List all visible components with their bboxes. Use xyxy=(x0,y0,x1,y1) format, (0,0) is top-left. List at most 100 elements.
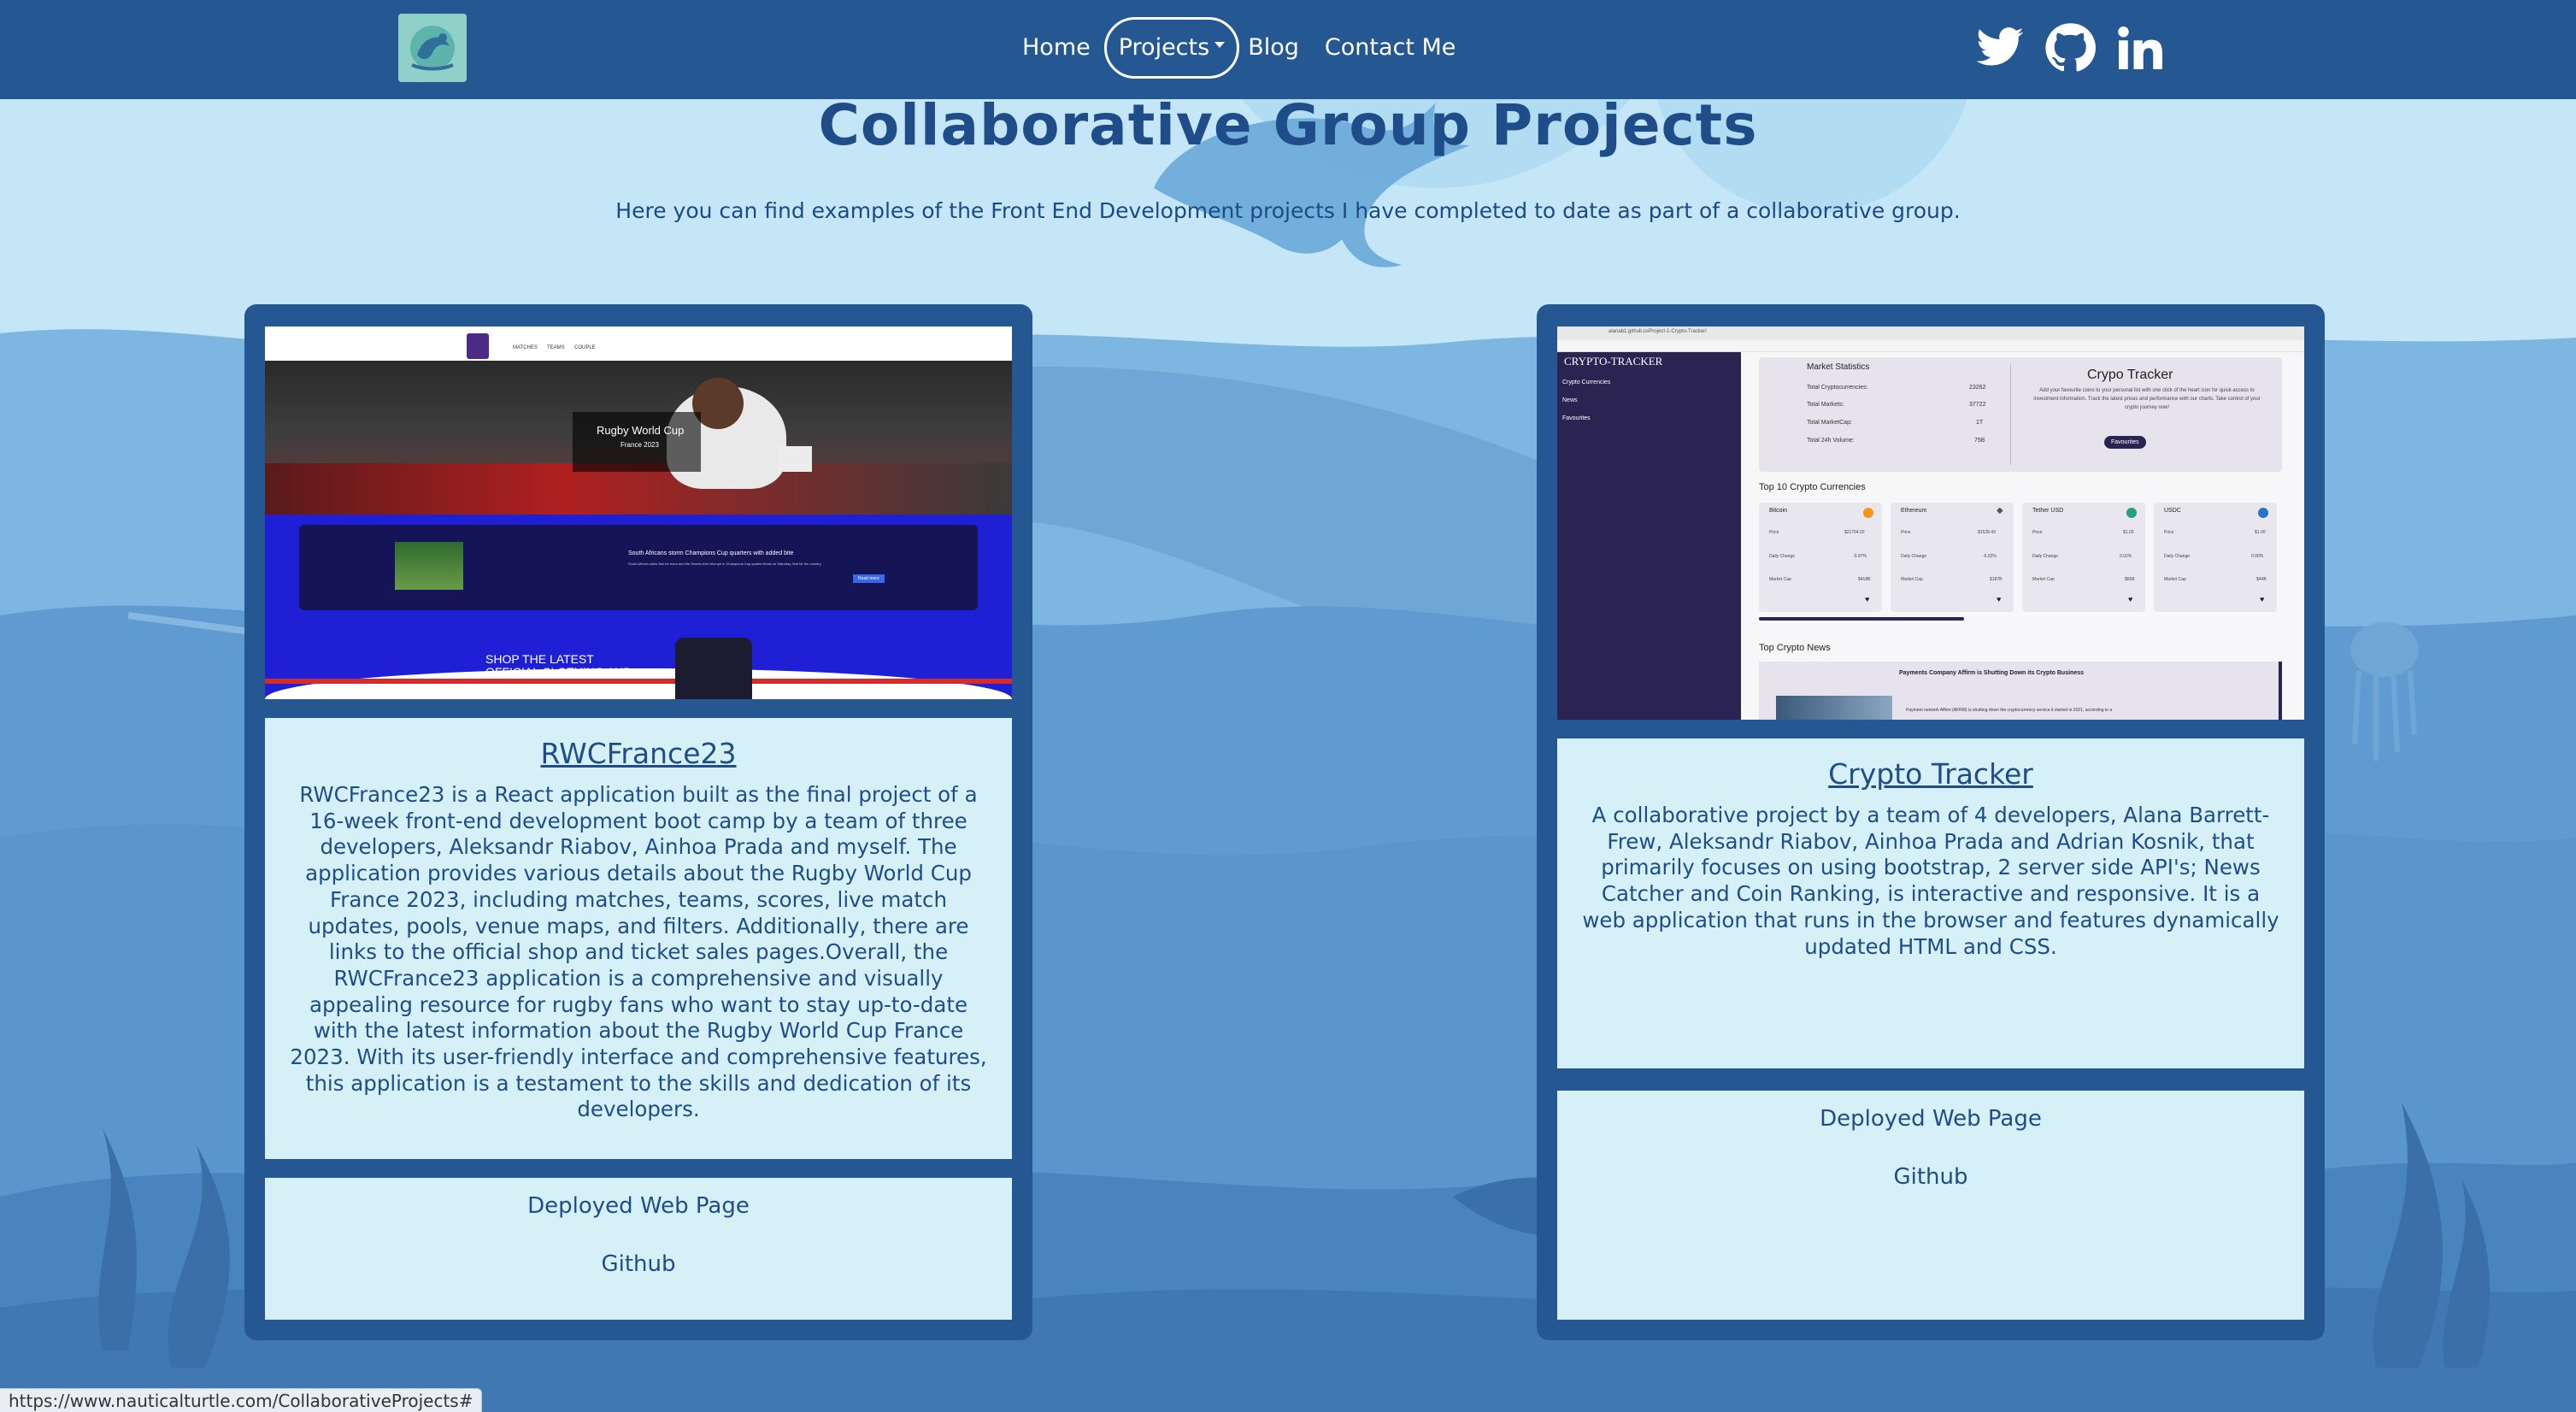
browser-status-url: https://www.nauticalturtle.com/Collabora… xyxy=(0,1388,483,1412)
bitcoin-icon xyxy=(1863,508,1873,518)
preview-sidebar xyxy=(1557,352,1741,720)
tether-icon xyxy=(2126,508,2137,518)
preview-coin-cap-4: $44B xyxy=(2256,577,2267,582)
nav-home-link[interactable]: Home xyxy=(1017,17,1096,79)
project-description-rwcfrance23: RWCFrance23 is a React application built… xyxy=(290,782,987,1122)
preview-stat-label-1: Total Cryptocurrencies: xyxy=(1807,385,1868,391)
heart-icon: ♥ xyxy=(1997,595,2002,603)
nav-projects-label: Projects xyxy=(1118,34,1210,61)
caret-down-icon xyxy=(1214,42,1226,48)
preview-stat-value-2: 37722 xyxy=(1969,402,1986,408)
preview-side-item-1: Crypto Currencies xyxy=(1562,379,1611,385)
linkedin-icon[interactable] xyxy=(2114,22,2166,74)
preview-news-body: Payment network Affirm (AFRM) is shuttin… xyxy=(1906,708,2113,713)
nav-contact-link[interactable]: Contact Me xyxy=(1320,17,1461,79)
nav-blog-link[interactable]: Blog xyxy=(1243,17,1304,79)
project-links-crypto-tracker: Deployed Web Page Github xyxy=(1557,1091,2304,1320)
rwc-logo-icon xyxy=(467,333,489,359)
github-link-rwcfrance23[interactable]: Github xyxy=(601,1251,675,1277)
preview-stat-label-3: Total MarketCap: xyxy=(1807,420,1852,426)
main-nav: Home Projects Blog Contact Me xyxy=(1017,17,1461,79)
project-title-rwcfrance23[interactable]: RWCFrance23 xyxy=(541,737,737,770)
preview-stat-value-4: 75B xyxy=(1974,438,1985,444)
project-card-rwcfrance23: MATCHES TEAMS COUPLE Rugby World Cup Fra… xyxy=(244,304,1032,1340)
preview-coin-name-2: Ethereum xyxy=(1901,508,1927,514)
preview-coin-change-2: -6.52% xyxy=(1983,554,1997,559)
preview-shop-text: SHOP THE LATEST OFFICIAL CLOTHING AND xyxy=(485,652,632,679)
deployed-link-rwcfrance23[interactable]: Deployed Web Page xyxy=(527,1193,750,1219)
preview-coin-change-1: -3.97% xyxy=(1853,554,1867,559)
preview-stat-value-1: 23262 xyxy=(1969,385,1986,391)
preview-cap-label-1: Market Cap xyxy=(1769,577,1791,582)
preview-change-label-4: Daily Change xyxy=(2164,554,2191,559)
deployed-link-crypto-tracker[interactable]: Deployed Web Page xyxy=(1820,1106,2042,1132)
preview-news-headline: South Africans storm Champions Cup quart… xyxy=(628,550,794,556)
preview-coin-name-3: Tether USD xyxy=(2032,508,2064,514)
preview-price-label-4: Price xyxy=(2164,530,2174,535)
project-body-rwcfrance23: RWCFrance23 RWCFrance23 is a React appli… xyxy=(265,718,1012,1159)
preview-cap-label-2: Market Cap xyxy=(1901,577,1923,582)
heart-icon: ♥ xyxy=(2128,595,2133,603)
page-title: Collaborative Group Projects xyxy=(818,92,1758,158)
preview-top10-title: Top 10 Crypto Currencies xyxy=(1759,482,1866,492)
preview-stat-label-4: Total 24h Volume: xyxy=(1807,438,1855,444)
preview-scroll-indicator xyxy=(1759,617,1964,621)
preview-favourites-button: Favourites xyxy=(2104,436,2146,449)
preview-jersey xyxy=(675,638,752,699)
preview-stats-panel xyxy=(1759,357,2282,472)
site-logo[interactable] xyxy=(398,14,467,82)
preview-stat-label-2: Total Markets: xyxy=(1807,402,1844,408)
preview-coin-change-3: 0.02% xyxy=(2120,554,2132,559)
ethereum-icon: ◆ xyxy=(1997,506,2003,515)
preview-nav-couple: COUPLE xyxy=(574,345,596,350)
heart-icon: ♥ xyxy=(2260,595,2265,603)
preview-coin-price-4: $1.00 xyxy=(2255,530,2266,535)
preview-side-item-2: News xyxy=(1562,397,1578,403)
preview-tracker-title: Crypo Tracker xyxy=(2087,368,2173,382)
preview-nav-teams: TEAMS xyxy=(547,345,565,350)
preview-coin-cap-1: $418B xyxy=(1858,577,1871,582)
preview-coin-change-4: 0.00% xyxy=(2251,554,2264,559)
heart-icon: ♥ xyxy=(1865,595,1870,603)
preview-hero-subtitle: France 2023 xyxy=(620,441,659,449)
twitter-icon[interactable] xyxy=(1974,22,2026,74)
preview-news-body: South African sides Bull for team and th… xyxy=(628,562,821,566)
github-icon[interactable] xyxy=(2044,22,2096,74)
project-screenshot-rwcfrance23[interactable]: MATCHES TEAMS COUPLE Rugby World Cup Fra… xyxy=(265,327,1012,699)
preview-price-label-2: Price xyxy=(1901,530,1911,535)
page-subtitle: Here you can find examples of the Front … xyxy=(615,198,1961,223)
turtle-logo-icon xyxy=(398,14,467,82)
preview-nav-matches: MATCHES xyxy=(513,345,538,350)
preview-browser-url: alanab1.github.io/Project-1-Crypto-Track… xyxy=(1609,329,1707,334)
preview-news-button: Read more xyxy=(853,574,885,583)
preview-coin-cap-2: $187B xyxy=(1990,577,2003,582)
preview-coin-price-2: $1528.43 xyxy=(1978,530,1996,535)
nav-projects-dropdown[interactable]: Projects xyxy=(1103,17,1240,79)
preview-cap-label-4: Market Cap xyxy=(2164,577,2186,582)
preview-stat-value-3: 1T xyxy=(1976,420,1984,426)
preview-coin-cap-3: $66B xyxy=(2125,577,2135,582)
preview-change-label-1: Daily Change xyxy=(1769,554,1796,559)
preview-coin-price-1: $21764.02 xyxy=(1844,530,1865,535)
project-description-crypto-tracker: A collaborative project by a team of 4 d… xyxy=(1582,803,2279,959)
top-navbar: Home Projects Blog Contact Me xyxy=(0,0,2576,99)
preview-stats-title: Market Statistics xyxy=(1807,362,1870,372)
preview-hero-title: Rugby World Cup xyxy=(597,424,685,437)
preview-news-headline: Payments Company Affirm is Shutting Down… xyxy=(1899,670,2084,676)
preview-price-label-3: Price xyxy=(2032,530,2043,535)
usdc-icon xyxy=(2258,508,2268,518)
project-screenshot-crypto-tracker[interactable]: alanab1.github.io/Project-1-Crypto-Track… xyxy=(1557,327,2304,720)
preview-tracker-text: Add your favourite coins to your persona… xyxy=(2033,388,2261,410)
preview-coin-name-1: Bitcoin xyxy=(1769,508,1788,514)
preview-change-label-3: Daily Change xyxy=(2032,554,2059,559)
preview-news-title: Top Crypto News xyxy=(1759,643,1831,653)
preview-news-image xyxy=(395,542,463,590)
github-link-crypto-tracker[interactable]: Github xyxy=(1893,1164,1967,1190)
preview-news-image xyxy=(1776,696,1892,720)
preview-cap-label-3: Market Cap xyxy=(2032,577,2055,582)
project-links-rwcfrance23: Deployed Web Page Github xyxy=(265,1178,1012,1320)
preview-side-item-3: Favourites xyxy=(1562,415,1591,421)
preview-price-label-1: Price xyxy=(1769,530,1779,535)
preview-coin-name-4: USDC xyxy=(2164,508,2181,514)
project-title-crypto-tracker[interactable]: Crypto Tracker xyxy=(1828,757,2033,791)
